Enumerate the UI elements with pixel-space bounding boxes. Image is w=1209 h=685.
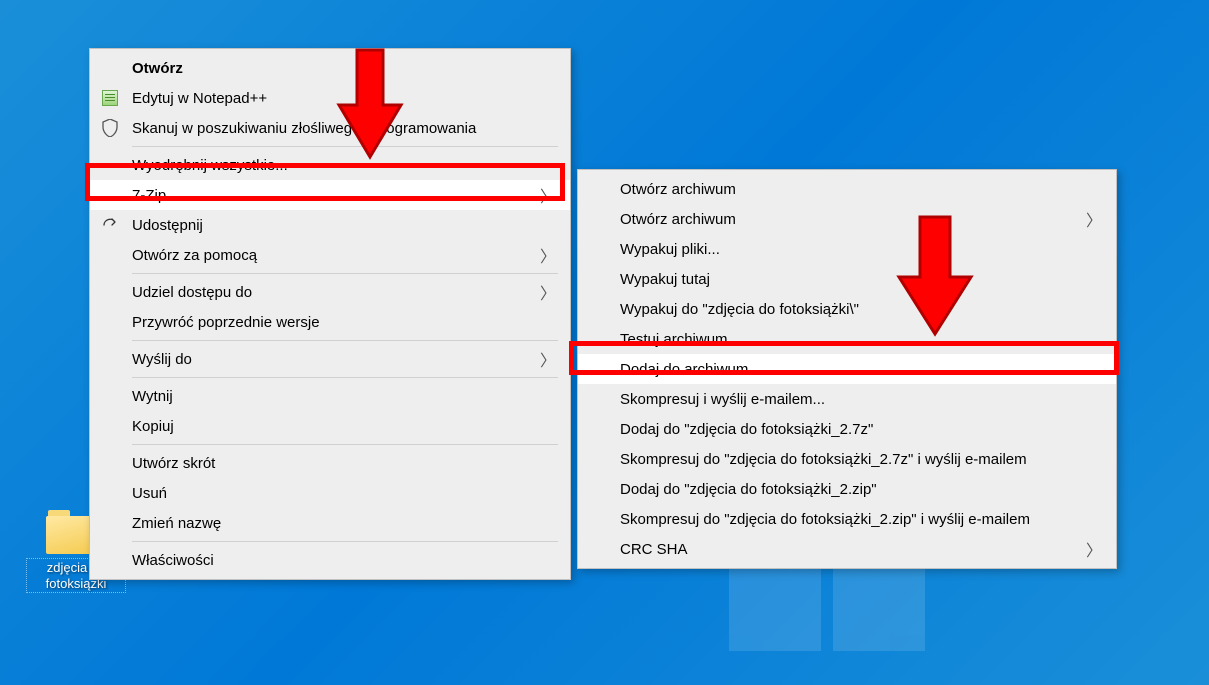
submenu-test-archive-label: Testuj archiwum <box>620 331 728 348</box>
menu-delete[interactable]: Usuń <box>90 478 570 508</box>
submenu-crc-sha[interactable]: CRC SHA 〉 <box>578 534 1116 564</box>
menu-create-shortcut-label: Utwórz skrót <box>132 455 215 472</box>
submenu-open-archive[interactable]: Otwórz archiwum <box>578 174 1116 204</box>
submenu-open-archive-label: Otwórz archiwum <box>620 181 736 198</box>
submenu-add-to-7z-label: Dodaj do "zdjęcia do fotoksiążki_2.7z" <box>620 421 873 438</box>
submenu-compress-7z-email[interactable]: Skompresuj do "zdjęcia do fotoksiążki_2.… <box>578 444 1116 474</box>
notepad-icon <box>100 88 120 108</box>
context-menu-main: Otwórz Edytuj w Notepad++ Skanuj w poszu… <box>89 48 571 580</box>
menu-extract-all-label: Wyodrębnij wszystkie... <box>132 157 288 174</box>
menu-give-access[interactable]: Udziel dostępu do 〉 <box>90 277 570 307</box>
submenu-compress-zip-email[interactable]: Skompresuj do "zdjęcia do fotoksiążki_2.… <box>578 504 1116 534</box>
submenu-test-archive[interactable]: Testuj archiwum <box>578 324 1116 354</box>
submenu-extract-to[interactable]: Wypakuj do "zdjęcia do fotoksiążki\" <box>578 294 1116 324</box>
menu-open-with[interactable]: Otwórz za pomocą 〉 <box>90 240 570 270</box>
menu-7zip[interactable]: 7-Zip 〉 <box>90 180 570 210</box>
menu-extract-all[interactable]: Wyodrębnij wszystkie... <box>90 150 570 180</box>
separator <box>132 273 558 274</box>
menu-cut-label: Wytnij <box>132 388 173 405</box>
submenu-compress-7z-email-label: Skompresuj do "zdjęcia do fotoksiążki_2.… <box>620 451 1027 468</box>
submenu-open-archive-sub[interactable]: Otwórz archiwum 〉 <box>578 204 1116 234</box>
menu-properties[interactable]: Właściwości <box>90 545 570 575</box>
menu-share-label: Udostępnij <box>132 217 203 234</box>
separator <box>132 340 558 341</box>
menu-send-to-label: Wyślij do <box>132 351 192 368</box>
separator <box>132 146 558 147</box>
menu-restore-previous-label: Przywróć poprzednie wersje <box>132 314 320 331</box>
menu-open[interactable]: Otwórz <box>90 53 570 83</box>
submenu-extract-files-label: Wypakuj pliki... <box>620 241 720 258</box>
menu-copy-label: Kopiuj <box>132 418 174 435</box>
chevron-right-icon: 〉 <box>540 347 556 371</box>
chevron-right-icon: 〉 <box>540 280 556 304</box>
submenu-extract-files[interactable]: Wypakuj pliki... <box>578 234 1116 264</box>
menu-send-to[interactable]: Wyślij do 〉 <box>90 344 570 374</box>
submenu-crc-sha-label: CRC SHA <box>620 541 688 558</box>
submenu-extract-here[interactable]: Wypakuj tutaj <box>578 264 1116 294</box>
separator <box>132 377 558 378</box>
menu-edit-notepad-label: Edytuj w Notepad++ <box>132 90 267 107</box>
chevron-right-icon: 〉 <box>540 243 556 267</box>
submenu-compress-email-label: Skompresuj i wyślij e-mailem... <box>620 391 825 408</box>
menu-copy[interactable]: Kopiuj <box>90 411 570 441</box>
submenu-extract-to-label: Wypakuj do "zdjęcia do fotoksiążki\" <box>620 301 859 318</box>
submenu-compress-zip-email-label: Skompresuj do "zdjęcia do fotoksiążki_2.… <box>620 511 1030 528</box>
separator <box>132 444 558 445</box>
menu-create-shortcut[interactable]: Utwórz skrót <box>90 448 570 478</box>
menu-rename-label: Zmień nazwę <box>132 515 221 532</box>
menu-scan-malware-label: Skanuj w poszukiwaniu złośliwego oprogra… <box>132 120 476 137</box>
shield-icon <box>100 118 120 138</box>
separator <box>132 541 558 542</box>
menu-delete-label: Usuń <box>132 485 167 502</box>
menu-open-with-label: Otwórz za pomocą <box>132 247 257 264</box>
menu-rename[interactable]: Zmień nazwę <box>90 508 570 538</box>
submenu-add-to-zip[interactable]: Dodaj do "zdjęcia do fotoksiążki_2.zip" <box>578 474 1116 504</box>
chevron-right-icon: 〉 <box>1086 537 1102 561</box>
share-icon <box>100 215 120 235</box>
submenu-compress-email[interactable]: Skompresuj i wyślij e-mailem... <box>578 384 1116 414</box>
submenu-extract-here-label: Wypakuj tutaj <box>620 271 710 288</box>
context-menu-7zip: Otwórz archiwum Otwórz archiwum 〉 Wypaku… <box>577 169 1117 569</box>
submenu-add-to-archive[interactable]: Dodaj do archiwum... <box>578 354 1116 384</box>
menu-give-access-label: Udziel dostępu do <box>132 284 252 301</box>
menu-restore-previous[interactable]: Przywróć poprzednie wersje <box>90 307 570 337</box>
submenu-add-to-archive-label: Dodaj do archiwum... <box>620 361 761 378</box>
menu-cut[interactable]: Wytnij <box>90 381 570 411</box>
menu-edit-notepad[interactable]: Edytuj w Notepad++ <box>90 83 570 113</box>
menu-properties-label: Właściwości <box>132 552 214 569</box>
submenu-add-to-zip-label: Dodaj do "zdjęcia do fotoksiążki_2.zip" <box>620 481 877 498</box>
menu-open-label: Otwórz <box>132 60 183 77</box>
chevron-right-icon: 〉 <box>540 183 556 207</box>
submenu-add-to-7z[interactable]: Dodaj do "zdjęcia do fotoksiążki_2.7z" <box>578 414 1116 444</box>
menu-scan-malware[interactable]: Skanuj w poszukiwaniu złośliwego oprogra… <box>90 113 570 143</box>
chevron-right-icon: 〉 <box>1086 207 1102 231</box>
submenu-open-archive-sub-label: Otwórz archiwum <box>620 211 736 228</box>
menu-7zip-label: 7-Zip <box>132 187 166 204</box>
menu-share[interactable]: Udostępnij <box>90 210 570 240</box>
